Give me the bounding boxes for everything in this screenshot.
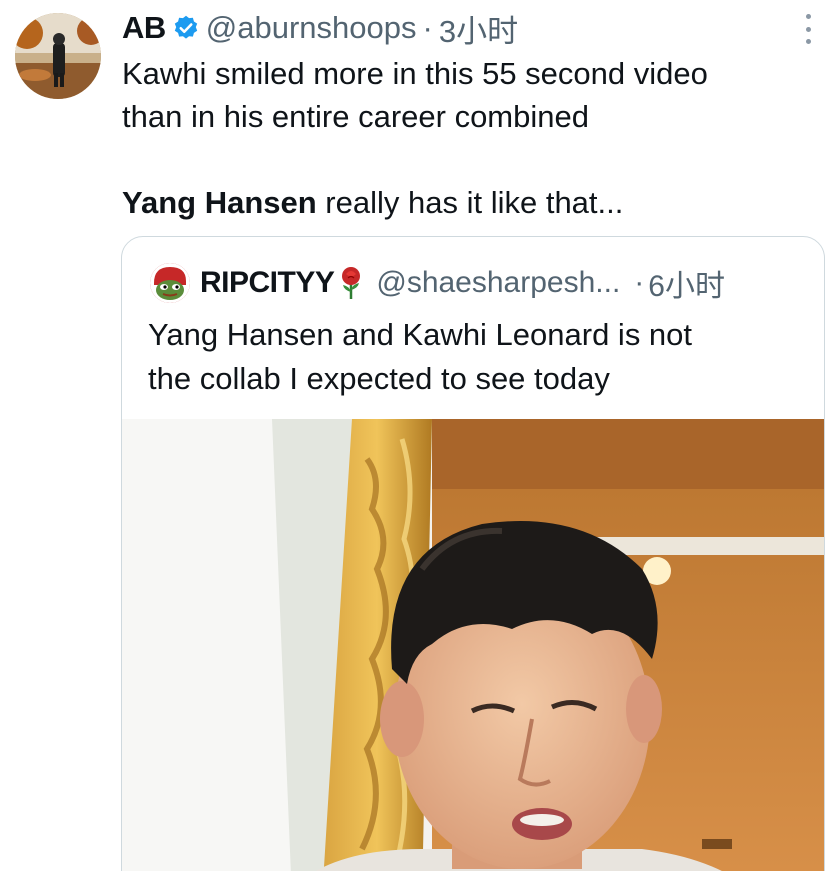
quoted-author-display-name[interactable]: RIPCITYY: [200, 266, 335, 300]
tweet-text-bold: Yang Hansen: [122, 185, 317, 220]
tweet-timestamp[interactable]: 3小时: [439, 6, 518, 51]
quoted-tweet-header: RIPCITYY @shaesharpesh... · 6小时: [150, 263, 725, 303]
tweet-text-line: Kawhi smiled more in this 55 second vide…: [122, 56, 708, 91]
quoted-header-separator: ·: [634, 266, 645, 299]
tweet-text-line: Yang Hansen really has it like that...: [122, 181, 812, 224]
verified-badge-icon: [172, 14, 200, 42]
quoted-tweet-text: Yang Hansen and Kawhi Leonard is not the…: [148, 313, 808, 401]
tweet-text: Kawhi smiled more in this 55 second vide…: [122, 52, 812, 224]
quoted-text-line: the collab I expected to see today: [148, 361, 610, 396]
tweet[interactable]: AB @aburnshoops · 3小时 Kawhi smiled more …: [0, 0, 835, 871]
quoted-tweet-video[interactable]: [122, 419, 824, 871]
author-handle[interactable]: @aburnshoops: [206, 10, 417, 46]
header-separator: ·: [422, 10, 433, 45]
quoted-tweet-timestamp[interactable]: 6小时: [648, 261, 725, 305]
quoted-text-line: Yang Hansen and Kawhi Leonard is not: [148, 317, 693, 352]
tweet-text-line: than in his entire career combined: [122, 99, 589, 134]
rose-emoji-icon: [338, 266, 364, 300]
tweet-text-rest: really has it like that...: [316, 185, 624, 220]
quoted-author-handle[interactable]: @shaesharpesh...: [376, 266, 620, 300]
quoted-author-avatar[interactable]: [150, 263, 190, 303]
author-display-name[interactable]: AB: [122, 10, 166, 46]
more-options-icon[interactable]: [803, 14, 813, 44]
tweet-header: AB @aburnshoops · 3小时: [122, 6, 518, 50]
author-avatar[interactable]: [15, 13, 101, 99]
quoted-tweet-card[interactable]: RIPCITYY @shaesharpesh... · 6小时 Yang Han…: [121, 236, 825, 871]
